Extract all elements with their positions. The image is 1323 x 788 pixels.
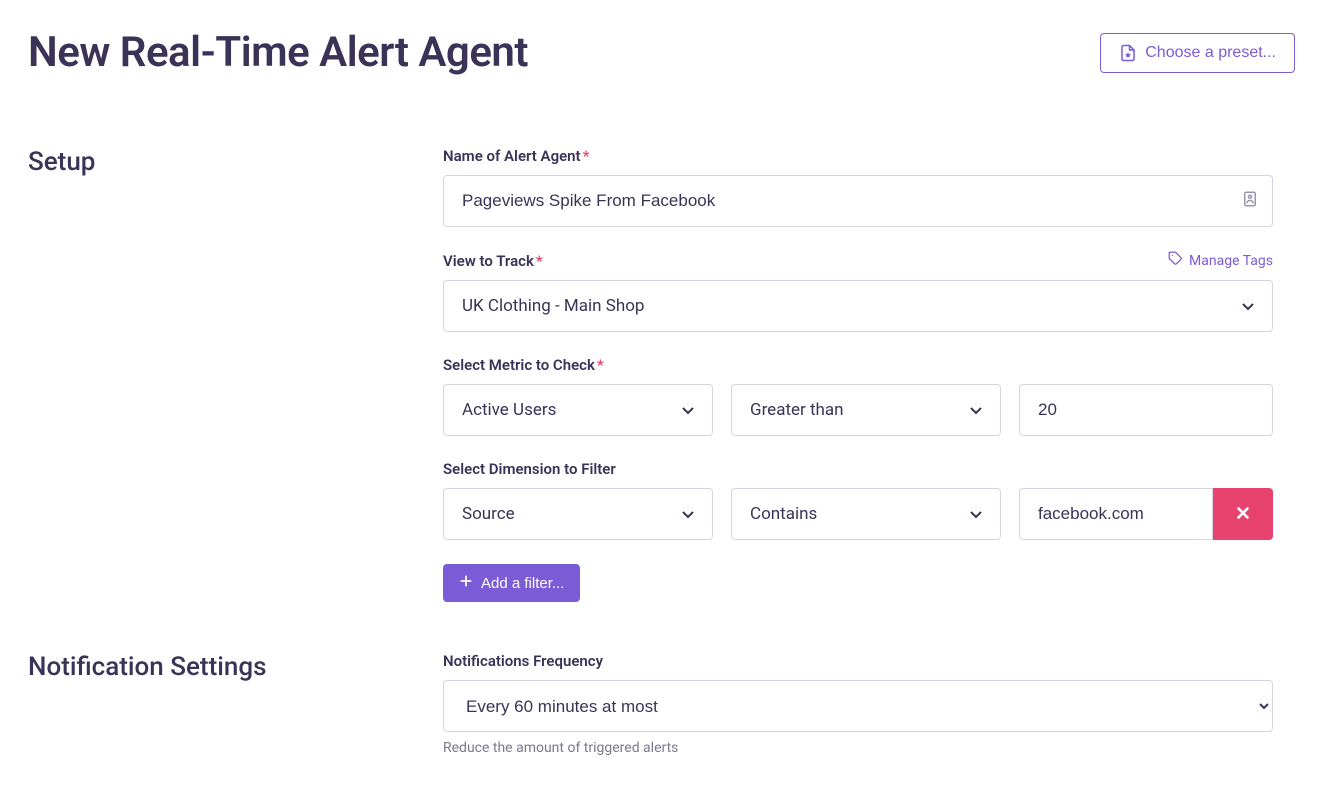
dimension-select[interactable]: Source [443,488,713,540]
view-field-group: View to Track* Manage Tags UK Clothing -… [443,251,1273,332]
caret-down-icon [1242,296,1254,316]
add-filter-button[interactable]: Add a filter... [443,564,580,602]
manage-tags-link[interactable]: Manage Tags [1168,251,1273,270]
name-input-wrap [443,175,1273,227]
choose-preset-button[interactable]: Choose a preset... [1100,33,1295,73]
frequency-field-group: Notifications Frequency Every 60 minutes… [443,652,1273,756]
name-label-text: Name of Alert Agent [443,147,581,165]
view-label-row: View to Track* Manage Tags [443,251,1273,270]
view-to-track-select[interactable]: UK Clothing - Main Shop [443,280,1273,332]
caret-down-icon [970,504,982,524]
filter-value-wrap [1019,488,1273,540]
metric-selected-value: Active Users [462,400,556,420]
notifications-section: Notification Settings Notifications Freq… [28,652,1295,756]
choose-preset-label: Choose a preset... [1145,44,1276,62]
frequency-helper-text: Reduce the amount of triggered alerts [443,740,1273,756]
manage-tags-label: Manage Tags [1189,253,1273,269]
view-label: View to Track* [443,252,543,270]
notifications-section-title: Notification Settings [28,652,443,682]
metric-select[interactable]: Active Users [443,384,713,436]
dimension-row: Source Contains [443,488,1273,540]
preset-icon [1119,44,1137,62]
setup-section-body: Name of Alert Agent* View to Track* [443,147,1273,602]
operator-select[interactable]: Contains [731,488,1001,540]
frequency-select[interactable]: Every 60 minutes at most [443,680,1273,732]
caret-down-icon [970,400,982,420]
notifications-section-body: Notifications Frequency Every 60 minutes… [443,652,1273,756]
required-mark: * [536,252,543,270]
metric-label: Select Metric to Check* [443,356,1273,374]
comparator-select[interactable]: Greater than [731,384,1001,436]
metric-field-group: Select Metric to Check* Active Users Gre… [443,356,1273,436]
plus-icon [459,574,473,592]
comparator-selected-value: Greater than [750,400,844,420]
alert-name-input[interactable] [443,175,1273,227]
page-title: New Real-Time Alert Agent [28,28,528,77]
dimension-field-group: Select Dimension to Filter Source Contai… [443,460,1273,540]
filter-value-input[interactable] [1019,488,1213,540]
close-icon [1234,504,1252,525]
setup-section-title: Setup [28,147,443,177]
metric-label-text: Select Metric to Check [443,356,595,374]
setup-section: Setup Name of Alert Agent* Vie [28,147,1295,602]
required-mark: * [583,147,590,165]
name-label: Name of Alert Agent* [443,147,1273,165]
header-row: New Real-Time Alert Agent Choose a prese… [28,28,1295,77]
add-filter-label: Add a filter... [481,575,564,592]
remove-filter-button[interactable] [1213,488,1273,540]
frequency-label: Notifications Frequency [443,652,1273,670]
tag-icon [1168,251,1183,270]
contact-card-icon [1241,190,1259,212]
caret-down-icon [682,504,694,524]
caret-down-icon [682,400,694,420]
dimension-label: Select Dimension to Filter [443,460,1273,478]
required-mark: * [597,356,604,374]
dimension-selected-value: Source [462,504,515,524]
view-selected-value: UK Clothing - Main Shop [462,296,644,316]
name-field-group: Name of Alert Agent* [443,147,1273,227]
operator-selected-value: Contains [750,504,817,524]
view-label-text: View to Track [443,252,534,270]
threshold-input[interactable] [1019,384,1273,436]
metric-row: Active Users Greater than [443,384,1273,436]
